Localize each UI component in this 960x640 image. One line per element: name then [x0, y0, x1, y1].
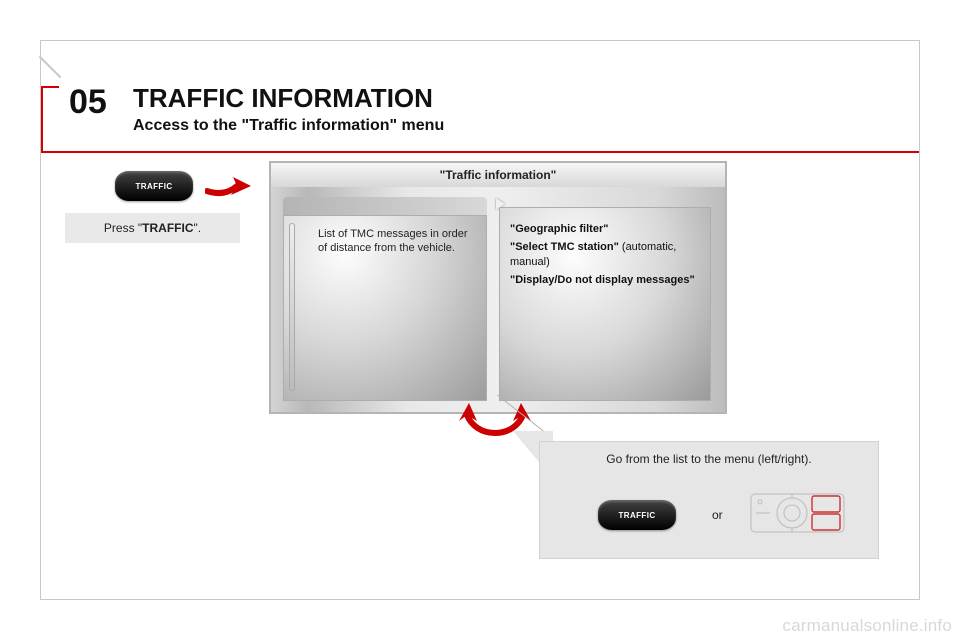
- header-rule-vertical: [41, 86, 43, 153]
- traffic-hardware-button-small: TRAFFIC: [598, 500, 676, 530]
- page-subtitle: Access to the "Traffic information" menu: [133, 117, 444, 135]
- instruction-suffix: ".: [194, 221, 202, 235]
- section-number: 05: [69, 83, 107, 122]
- callout-text: Go from the list to the menu (left/right…: [540, 452, 878, 466]
- screen-title-bar: "Traffic information": [271, 163, 725, 187]
- arrow-right-icon: [205, 173, 255, 204]
- callout-or-label: or: [712, 508, 723, 522]
- watermark: carmanualsonline.info: [782, 616, 952, 636]
- page-header: 05 TRAFFIC INFORMATION Access to the "Tr…: [41, 41, 919, 153]
- manual-page: 05 TRAFFIC INFORMATION Access to the "Tr…: [40, 40, 920, 600]
- instruction-bold: TRAFFIC: [142, 221, 193, 235]
- traffic-hardware-button: TRAFFIC: [115, 171, 193, 201]
- menu-option-geographic-filter: "Geographic filter": [510, 222, 700, 236]
- menu-pane: "Geographic filter" "Select TMC station"…: [499, 207, 711, 401]
- tmc-list-description: List of TMC messages in order of distanc…: [318, 228, 468, 254]
- menu-option-select-tmc: "Select TMC station": [510, 241, 619, 253]
- menu-option-display-messages: "Display/Do not display messages": [510, 273, 700, 287]
- corner-notch: [39, 56, 62, 79]
- infotainment-screen: "Traffic information" List of TMC messag…: [269, 161, 727, 414]
- press-traffic-instruction: Press "TRAFFIC".: [65, 213, 240, 243]
- screen-title: "Traffic information": [440, 168, 557, 182]
- tmc-list-pane: List of TMC messages in order of distanc…: [283, 215, 487, 401]
- traffic-button-label-small: TRAFFIC: [618, 511, 655, 520]
- screen-tab: [283, 197, 487, 215]
- instruction-prefix: Press ": [104, 221, 142, 235]
- header-rule-top: [41, 86, 59, 88]
- navigation-callout: Go from the list to the menu (left/right…: [539, 441, 879, 559]
- page-title: TRAFFIC INFORMATION: [133, 83, 433, 114]
- rotary-controller-icon: [750, 488, 845, 538]
- page-body: TRAFFIC Press "TRAFFIC". "Traffic inform…: [41, 153, 919, 599]
- traffic-button-label: TRAFFIC: [135, 182, 172, 191]
- scrollbar: [289, 223, 295, 391]
